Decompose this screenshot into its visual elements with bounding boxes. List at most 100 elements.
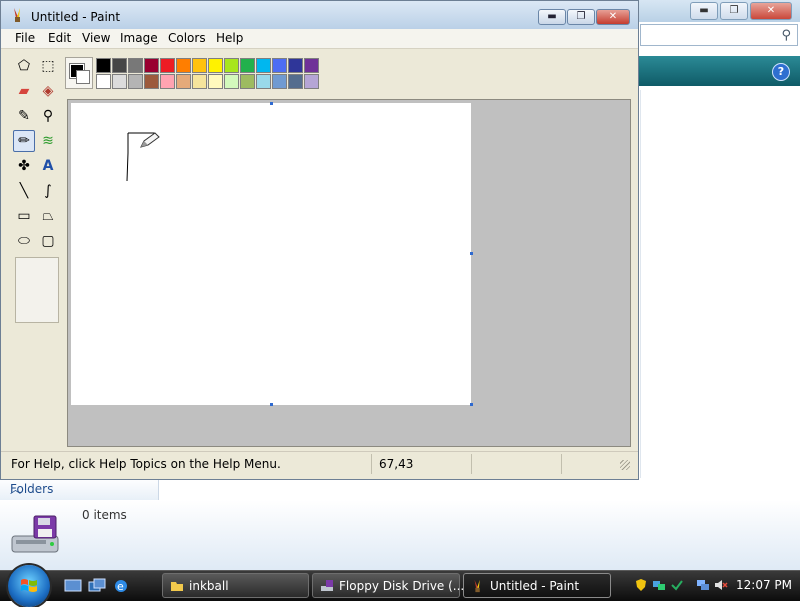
color-swatch[interactable] <box>192 58 207 73</box>
volume-muted-icon[interactable] <box>714 578 728 592</box>
color-swatch[interactable] <box>128 74 143 89</box>
internet-explorer-icon[interactable]: e <box>112 577 130 595</box>
help-icon[interactable]: ? <box>772 63 790 81</box>
color-swatch[interactable] <box>272 74 287 89</box>
taskbar-item-inkball[interactable]: inkball <box>162 573 309 598</box>
close-button[interactable]: ✕ <box>596 9 630 25</box>
color-swatch[interactable] <box>240 58 255 73</box>
color-swatch[interactable] <box>224 58 239 73</box>
pencil-icon[interactable]: ✏ <box>13 130 35 152</box>
resize-handle[interactable] <box>270 102 273 105</box>
color-palette <box>96 58 319 89</box>
search-input[interactable]: ⚲ <box>640 24 798 46</box>
paint-titlebar[interactable]: Untitled - Paint ▬ ❐ ✕ <box>1 1 638 29</box>
paint-icon <box>474 579 480 593</box>
eraser-icon[interactable]: ▰ <box>13 80 35 102</box>
rectangle-icon[interactable]: ▭ <box>13 205 35 227</box>
windows-logo-icon <box>21 579 37 592</box>
color-swatch[interactable] <box>208 58 223 73</box>
menu-edit[interactable]: Edit <box>48 31 71 45</box>
color-swatch[interactable] <box>112 58 127 73</box>
color-swatch[interactable] <box>176 58 191 73</box>
menu-view[interactable]: View <box>82 31 110 45</box>
show-desktop-icon[interactable] <box>64 577 82 595</box>
canvas-area <box>67 99 631 447</box>
checkmark-icon[interactable] <box>670 578 684 592</box>
curve-icon[interactable]: ∫ <box>37 180 59 202</box>
current-colors[interactable] <box>65 57 93 89</box>
color-swatch[interactable] <box>144 58 159 73</box>
color-swatch[interactable] <box>176 74 191 89</box>
color-swatch[interactable] <box>256 58 271 73</box>
color-swatch[interactable] <box>208 74 223 89</box>
color-swatch[interactable] <box>288 58 303 73</box>
paint-window-buttons: ▬ ❐ ✕ <box>538 9 630 25</box>
search-icon[interactable]: ⚲ <box>781 28 791 43</box>
polygon-icon[interactable]: ⏢ <box>37 205 59 227</box>
resize-handle[interactable] <box>270 403 273 406</box>
airbrush-icon[interactable]: ✤ <box>13 155 35 177</box>
color-swatch[interactable] <box>112 74 127 89</box>
text-icon[interactable]: A <box>37 155 59 177</box>
status-bar: For Help, click Help Topics on the Help … <box>1 451 638 476</box>
color-swatch[interactable] <box>224 74 239 89</box>
rounded-rectangle-icon[interactable]: ▢ <box>37 230 59 252</box>
color-swatch[interactable] <box>272 58 287 73</box>
network-monitor-icon[interactable] <box>696 578 710 592</box>
brush-icon[interactable]: ≋ <box>37 130 59 152</box>
items-count: 0 items <box>82 508 127 522</box>
taskbar-item-label: Floppy Disk Drive (... <box>339 579 465 593</box>
resize-handle[interactable] <box>470 252 473 255</box>
color-swatch[interactable] <box>144 74 159 89</box>
taskbar-item-label: Untitled - Paint <box>490 579 580 593</box>
line-icon[interactable]: ╲ <box>13 180 35 202</box>
pick-color-icon[interactable]: ✎ <box>13 105 35 127</box>
color-swatch[interactable] <box>96 58 111 73</box>
resize-grip-icon[interactable] <box>620 460 630 470</box>
free-form-select-icon[interactable]: ⬠ <box>13 55 35 77</box>
tool-options[interactable] <box>15 257 59 323</box>
maximize-button[interactable]: ❐ <box>567 9 595 25</box>
clock[interactable]: 12:07 PM <box>736 578 792 592</box>
system-tray: 12:07 PM <box>630 571 800 601</box>
taskbar-item-floppy-drive[interactable]: Floppy Disk Drive (... <box>312 573 464 598</box>
color-swatch[interactable] <box>192 74 207 89</box>
drawing-canvas[interactable] <box>71 103 471 405</box>
toolbox: ▢ ⬭ ⏢ ▭ ∫ ╲ A ✤ ≋ ✏ ⚲ ✎ ◈ ▰ ⬚ ⬠ <box>9 51 63 447</box>
color-swatch[interactable] <box>304 58 319 73</box>
resize-handle[interactable] <box>470 403 473 406</box>
maximize-button[interactable]: ❐ <box>720 2 748 20</box>
menu-file[interactable]: File <box>15 31 35 45</box>
status-separator <box>561 454 562 474</box>
color-swatch[interactable] <box>160 58 175 73</box>
color-swatch[interactable] <box>160 74 175 89</box>
menu-colors[interactable]: Colors <box>168 31 206 45</box>
floppy-drive-icon <box>11 515 59 553</box>
menu-image[interactable]: Image <box>120 31 158 45</box>
color-swatch[interactable] <box>240 74 255 89</box>
shield-icon[interactable] <box>634 578 648 592</box>
background-color <box>76 70 90 84</box>
folders-toggle[interactable]: Folders ︿ <box>0 478 159 501</box>
color-swatch[interactable] <box>128 58 143 73</box>
details-pane: 0 items <box>0 500 800 570</box>
network-icon[interactable] <box>652 578 666 592</box>
minimize-button[interactable]: ▬ <box>538 9 566 25</box>
select-icon[interactable]: ⬚ <box>37 55 59 77</box>
magnifier-icon[interactable]: ⚲ <box>37 105 59 127</box>
fill-icon[interactable]: ◈ <box>37 80 59 102</box>
menu-help[interactable]: Help <box>216 31 243 45</box>
switch-windows-icon[interactable] <box>88 577 106 595</box>
close-button[interactable]: ✕ <box>750 2 792 20</box>
minimize-button[interactable]: ▬ <box>690 2 718 20</box>
color-swatch[interactable] <box>96 74 111 89</box>
color-swatch[interactable] <box>288 74 303 89</box>
color-swatch[interactable] <box>256 74 271 89</box>
explorer-window-buttons: ▬ ❐ ✕ <box>690 2 792 20</box>
taskbar-item-paint[interactable]: Untitled - Paint <box>463 573 611 598</box>
taskbar-item-label: inkball <box>189 579 229 593</box>
ellipse-icon[interactable]: ⬭ <box>13 230 35 252</box>
color-swatch[interactable] <box>304 74 319 89</box>
start-button[interactable] <box>8 565 50 607</box>
explorer-content-pane <box>640 90 800 478</box>
